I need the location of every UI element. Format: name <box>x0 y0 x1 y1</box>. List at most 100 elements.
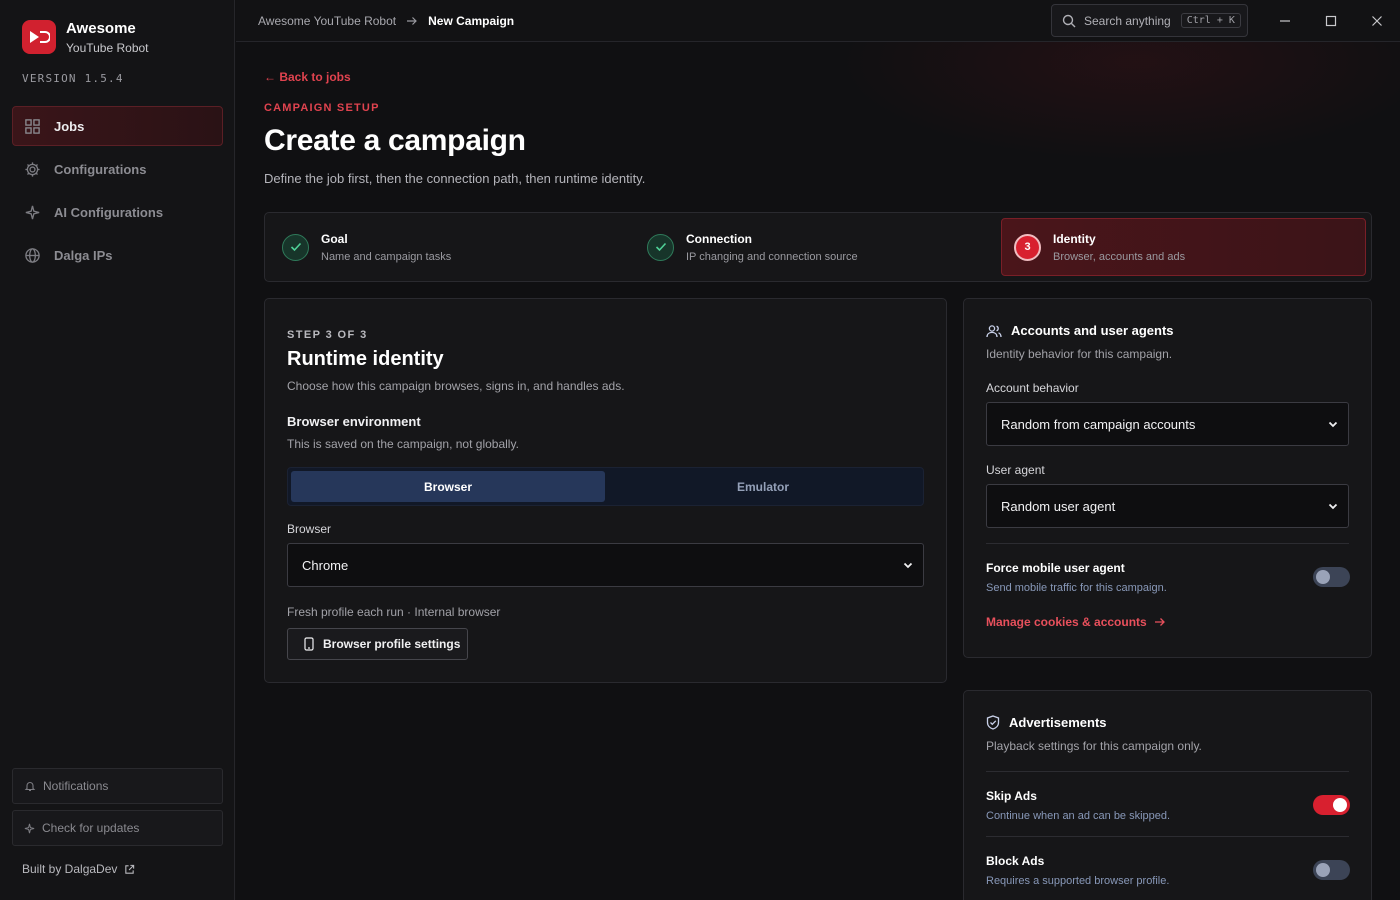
check-updates-label: Check for updates <box>42 821 140 835</box>
arrow-right-icon <box>1154 618 1165 626</box>
app-name: Awesome <box>66 20 136 37</box>
arrow-right-icon <box>407 17 417 25</box>
built-by-link[interactable]: Built by DalgaDev <box>22 862 135 876</box>
close-button[interactable] <box>1367 11 1387 31</box>
minimize-icon <box>1280 20 1290 22</box>
divider <box>986 836 1349 837</box>
segment-browser[interactable]: Browser <box>291 471 605 502</box>
step-desc: Name and campaign tasks <box>321 250 452 263</box>
advertisements-card: Advertisements Playback settings for thi… <box>963 690 1372 900</box>
browser-select-value: Chrome <box>302 557 349 573</box>
ads-title-row: Advertisements <box>986 715 1107 730</box>
page-eyebrow: CAMPAIGN SETUP <box>264 102 380 114</box>
maximize-button[interactable] <box>1321 11 1341 31</box>
divider <box>986 771 1349 772</box>
ads-title: Advertisements <box>1009 715 1107 730</box>
skip-ads-toggle[interactable] <box>1313 795 1350 815</box>
notifications-label: Notifications <box>43 779 109 793</box>
segment-emulator[interactable]: Emulator <box>606 471 920 502</box>
chevron-down-icon <box>903 562 913 569</box>
force-mobile-title: Force mobile user agent <box>986 561 1125 575</box>
globe-icon <box>25 247 40 263</box>
sidebar-item-label: AI Configurations <box>54 204 164 220</box>
search-input[interactable]: Search anything Ctrl + K <box>1051 4 1248 37</box>
user-agent-label: User agent <box>986 463 1045 477</box>
block-ads-desc: Requires a supported browser profile. <box>986 875 1170 887</box>
sidebar-item-jobs[interactable]: Jobs <box>12 106 223 146</box>
ads-desc: Playback settings for this campaign only… <box>986 739 1202 753</box>
shield-check-icon <box>986 715 1000 730</box>
skip-ads-desc: Continue when an ad can be skipped. <box>986 810 1171 822</box>
stepper: Goal Name and campaign tasks Connection … <box>264 212 1372 282</box>
sidebar-item-configurations[interactable]: Configurations <box>12 149 223 189</box>
gear-icon <box>25 161 40 177</box>
accounts-card: Accounts and user agents Identity behavi… <box>963 298 1372 658</box>
runtime-identity-card: STEP 3 OF 3 Runtime identity Choose how … <box>264 298 947 683</box>
sidebar-nav: Jobs Configurations AI Configurations Da… <box>12 106 223 278</box>
app-subtitle: YouTube Robot <box>66 41 149 55</box>
browser-field-label: Browser <box>287 522 332 536</box>
brand: Awesome YouTube Robot <box>22 20 149 58</box>
browser-select[interactable]: Chrome <box>287 543 924 587</box>
phone-icon <box>304 637 314 651</box>
sparkle-icon <box>25 205 40 219</box>
check-icon <box>282 233 309 261</box>
chevron-down-icon <box>1328 421 1338 428</box>
bell-icon <box>24 782 36 792</box>
sidebar-item-dalga-ips[interactable]: Dalga IPs <box>12 235 223 275</box>
breadcrumb: Awesome YouTube Robot New Campaign <box>258 14 514 28</box>
search-icon <box>1062 14 1076 27</box>
accounts-desc: Identity behavior for this campaign. <box>986 347 1173 361</box>
step-identity[interactable]: 3 Identity Browser, accounts and ads <box>1001 218 1366 276</box>
browser-env-desc: This is saved on the campaign, not globa… <box>287 437 519 451</box>
maximize-icon <box>1325 15 1337 27</box>
breadcrumb-root[interactable]: Awesome YouTube Robot <box>258 14 396 28</box>
manage-cookies-link[interactable]: Manage cookies & accounts <box>986 615 1166 629</box>
grid-icon <box>25 118 40 134</box>
step-title: Goal <box>321 231 348 246</box>
force-mobile-toggle[interactable] <box>1313 567 1350 587</box>
sidebar-item-label: Jobs <box>54 118 85 134</box>
page-title: Create a campaign <box>264 124 526 157</box>
account-behavior-select[interactable]: Random from campaign accounts <box>986 402 1349 446</box>
notifications-button[interactable]: Notifications <box>12 768 223 804</box>
step-desc: Browser, accounts and ads <box>1053 250 1186 263</box>
account-behavior-value: Random from campaign accounts <box>1001 416 1196 432</box>
accounts-title-row: Accounts and user agents <box>986 323 1174 338</box>
step-goal[interactable]: Goal Name and campaign tasks <box>270 218 625 276</box>
check-updates-button[interactable]: Check for updates <box>12 810 223 846</box>
account-behavior-label: Account behavior <box>986 381 1079 395</box>
step-title: Connection <box>686 231 752 246</box>
divider <box>986 543 1349 544</box>
card-title: Runtime identity <box>287 348 444 370</box>
browser-profile-settings-button[interactable]: Browser profile settings <box>287 628 468 660</box>
back-to-jobs-link[interactable]: ← Back to jobs <box>264 70 351 84</box>
step-desc: IP changing and connection source <box>686 250 858 263</box>
search-shortcut: Ctrl + K <box>1180 13 1241 28</box>
app-logo-icon <box>22 20 56 54</box>
chevron-down-icon <box>1328 503 1338 510</box>
built-by-label: Built by DalgaDev <box>22 862 118 876</box>
sparkle-icon <box>24 823 35 833</box>
user-agent-select[interactable]: Random user agent <box>986 484 1349 528</box>
breadcrumb-current: New Campaign <box>428 14 515 28</box>
step-counter: STEP 3 OF 3 <box>287 329 368 341</box>
block-ads-toggle[interactable] <box>1313 860 1350 880</box>
user-agent-value: Random user agent <box>1001 498 1116 514</box>
minimize-button[interactable] <box>1275 11 1295 31</box>
sidebar-item-ai-configurations[interactable]: AI Configurations <box>12 192 223 232</box>
step-connection[interactable]: Connection IP changing and connection so… <box>635 218 990 276</box>
browser-profile-settings-label: Browser profile settings <box>323 637 461 651</box>
environment-segmented-control: Browser Emulator <box>287 467 924 506</box>
block-ads-title: Block Ads <box>986 854 1045 868</box>
step-number: 3 <box>1014 233 1041 261</box>
sidebar-item-label: Configurations <box>54 161 147 177</box>
browser-env-title: Browser environment <box>287 414 421 429</box>
main-content: ← Back to jobs CAMPAIGN SETUP Create a c… <box>236 42 1400 900</box>
accounts-title: Accounts and user agents <box>1011 323 1174 338</box>
top-bar: Awesome YouTube Robot New Campaign Searc… <box>236 0 1400 42</box>
card-desc: Choose how this campaign browses, signs … <box>287 379 625 393</box>
profile-note: Fresh profile each run · Internal browse… <box>287 605 501 619</box>
skip-ads-title: Skip Ads <box>986 789 1037 803</box>
page-subtitle: Define the job first, then the connectio… <box>264 171 646 186</box>
